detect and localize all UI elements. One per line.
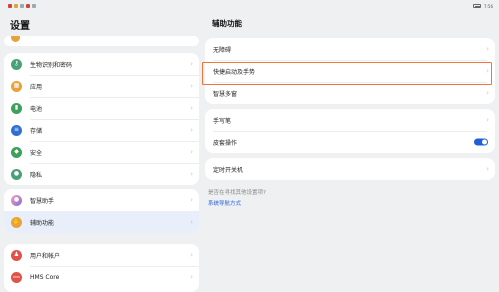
chevron-right-icon: › <box>486 165 489 173</box>
item-accessibility-barrier-free[interactable]: 无障碍 › <box>205 38 495 60</box>
chevron-right-icon: › <box>190 82 193 90</box>
sidebar-item-label: 电池 <box>30 105 43 113</box>
chevron-right-icon: › <box>190 273 193 281</box>
sidebar-item-label: 安全 <box>30 149 43 157</box>
notification-icon <box>20 4 24 8</box>
shield-icon: ◆ <box>11 146 22 158</box>
partial-icon <box>11 36 20 42</box>
chevron-right-icon: › <box>190 251 193 259</box>
item-label: 快捷启动及手势 <box>213 68 256 76</box>
sidebar-card-2: ● 智慧助手 › ✋ 辅助功能 › <box>4 189 199 233</box>
apps-icon: ▦ <box>11 80 22 92</box>
chevron-right-icon: › <box>190 104 193 112</box>
sidebar-item-accessibility[interactable]: ✋ 辅助功能 › <box>4 211 199 233</box>
chevron-right-icon: › <box>190 196 193 204</box>
chevron-right-icon: › <box>190 170 193 178</box>
item-shortcuts-gestures[interactable]: 快捷启动及手势 › <box>205 60 495 82</box>
cover-operation-toggle[interactable] <box>474 138 488 146</box>
item-label: 智慧多窗 <box>213 90 238 98</box>
sidebar-card-1: ⚷ 生物识别和密码 › ▦ 应用 › ▮ 电池 › ≡ 存储 › ◆ 安全 › <box>4 53 199 185</box>
settings-sidebar: 设置 ⚷ 生物识别和密码 › ▦ 应用 › ▮ 电池 › ≡ 存储 › ◆ 安全… <box>0 12 203 292</box>
sidebar-item-privacy[interactable]: ● 隐私 › <box>4 163 199 185</box>
chevron-right-icon: › <box>486 116 489 124</box>
sidebar-item-label: 辅助功能 <box>30 219 55 227</box>
key-icon: ⚷ <box>11 58 22 70</box>
chevron-right-icon: › <box>190 218 193 226</box>
hms-icon: HMS <box>11 271 22 283</box>
chevron-right-icon: › <box>486 89 489 97</box>
sidebar-item-partial[interactable] <box>4 36 199 42</box>
status-time: 7:56 <box>484 3 493 9</box>
page-title: 设置 <box>10 21 30 32</box>
item-smart-multiwindow[interactable]: 智慧多窗 › <box>205 82 495 104</box>
sidebar-item-battery[interactable]: ▮ 电池 › <box>4 97 199 119</box>
sidebar-item-label: 智慧助手 <box>30 197 55 205</box>
status-bar: 7:56 <box>0 0 499 12</box>
chevron-right-icon: › <box>486 67 489 75</box>
battery-icon: ▮ <box>11 102 22 114</box>
notification-icon <box>26 4 30 8</box>
status-notifications <box>8 4 36 8</box>
item-label: 手写笔 <box>213 117 232 125</box>
sidebar-item-label: 隐私 <box>30 171 43 179</box>
item-label: 无障碍 <box>213 46 232 54</box>
accessibility-card-3: 定时开关机 › <box>205 158 495 180</box>
sidebar-item-smart-assistant[interactable]: ● 智慧助手 › <box>4 189 199 211</box>
chevron-right-icon: › <box>190 60 193 68</box>
sidebar-card-3: ♟ 用户和帐户 › HMS HMS Core › <box>4 244 199 292</box>
item-scheduled-power[interactable]: 定时开关机 › <box>205 158 495 180</box>
chevron-right-icon: › <box>486 45 489 53</box>
accessibility-panel: 辅助功能 无障碍 › 快捷启动及手势 › 智慧多窗 › 手写笔 › 皮套操作 定… <box>203 12 499 292</box>
assistant-icon: ● <box>11 194 22 206</box>
suggestion-question: 是否在寻找其他设置项? <box>208 190 266 196</box>
accessibility-card-1: 无障碍 › 快捷启动及手势 › 智慧多窗 › <box>205 38 495 104</box>
notification-icon <box>32 4 36 8</box>
item-label: 定时开关机 <box>213 166 244 174</box>
item-label: 皮套操作 <box>213 139 238 147</box>
privacy-icon: ● <box>11 168 22 180</box>
item-cover-operation: 皮套操作 <box>205 131 495 153</box>
sidebar-item-biometrics[interactable]: ⚷ 生物识别和密码 › <box>4 53 199 75</box>
sidebar-item-hms-core[interactable]: HMS HMS Core › <box>4 266 199 288</box>
sidebar-item-label: HMS Core <box>30 273 60 281</box>
notification-icon <box>8 4 12 8</box>
sidebar-item-storage[interactable]: ≡ 存储 › <box>4 119 199 141</box>
item-stylus[interactable]: 手写笔 › <box>205 109 495 131</box>
battery-status-icon <box>473 4 482 8</box>
sidebar-item-label: 应用 <box>30 83 43 91</box>
chevron-right-icon: › <box>190 126 193 134</box>
user-icon: ♟ <box>11 249 22 261</box>
sidebar-item-label: 生物识别和密码 <box>30 61 73 69</box>
sidebar-item-users-accounts[interactable]: ♟ 用户和帐户 › <box>4 244 199 266</box>
sidebar-card-scrolled <box>4 36 199 46</box>
panel-title: 辅助功能 <box>212 19 242 28</box>
hand-icon: ✋ <box>11 216 22 228</box>
chevron-right-icon: › <box>190 148 193 156</box>
sidebar-item-security[interactable]: ◆ 安全 › <box>4 141 199 163</box>
storage-icon: ≡ <box>11 124 22 136</box>
sidebar-item-label: 用户和帐户 <box>30 252 61 260</box>
notification-icon <box>14 4 18 8</box>
accessibility-card-2: 手写笔 › 皮套操作 <box>205 109 495 153</box>
sidebar-item-label: 存储 <box>30 127 43 135</box>
system-navigation-link[interactable]: 系统导航方式 <box>208 199 241 207</box>
sidebar-item-apps[interactable]: ▦ 应用 › <box>4 75 199 97</box>
